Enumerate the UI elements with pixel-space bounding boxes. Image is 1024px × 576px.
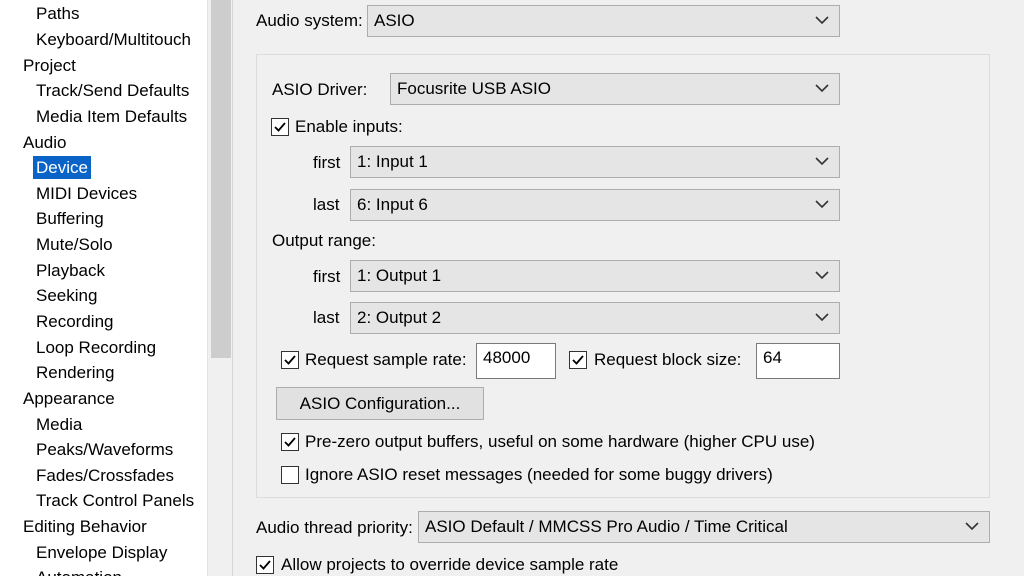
output-last-dropdown[interactable]: 2: Output 2 xyxy=(350,302,840,334)
request-sample-rate-checkbox[interactable] xyxy=(281,351,299,369)
tree-item-project[interactable]: Project xyxy=(20,54,79,77)
tree-item-track-send-defaults[interactable]: Track/Send Defaults xyxy=(33,79,192,102)
tree-item-media-item-defaults[interactable]: Media Item Defaults xyxy=(33,105,190,128)
tree-scrollbar[interactable] xyxy=(207,0,232,576)
tree-item-loop-recording[interactable]: Loop Recording xyxy=(33,336,159,359)
asio-configuration-button[interactable]: ASIO Configuration... xyxy=(276,387,484,420)
sample-rate-input[interactable]: 48000 xyxy=(476,343,556,379)
tree-item-midi-devices[interactable]: MIDI Devices xyxy=(33,182,140,205)
tree-item-paths[interactable]: Paths xyxy=(33,2,82,25)
thread-priority-dropdown[interactable]: ASIO Default / MMCSS Pro Audio / Time Cr… xyxy=(418,511,990,543)
tree-item-editing-behavior[interactable]: Editing Behavior xyxy=(20,515,150,538)
output-first-value: 1: Output 1 xyxy=(357,266,442,285)
input-last-dropdown[interactable]: 6: Input 6 xyxy=(350,189,840,221)
request-sample-rate-label: Request sample rate: xyxy=(305,350,467,369)
chevron-down-icon xyxy=(815,16,829,25)
chevron-down-icon xyxy=(815,157,829,166)
tree-item-buffering[interactable]: Buffering xyxy=(33,207,107,230)
checkmark-icon xyxy=(259,560,271,570)
output-last-label: last xyxy=(313,308,340,327)
pane-divider xyxy=(232,0,240,576)
output-range-label: Output range: xyxy=(272,231,376,250)
tree-item-peaks-waveforms[interactable]: Peaks/Waveforms xyxy=(33,438,176,461)
tree-item-keyboard-multitouch[interactable]: Keyboard/Multitouch xyxy=(33,28,194,51)
checkmark-icon xyxy=(274,122,286,132)
audio-system-value: ASIO xyxy=(374,11,415,30)
sample-rate-value: 48000 xyxy=(483,348,531,367)
ignore-reset-label: Ignore ASIO reset messages (needed for s… xyxy=(305,465,773,484)
asio-driver-label: ASIO Driver: xyxy=(272,80,368,99)
chevron-down-icon xyxy=(965,522,979,531)
input-first-dropdown[interactable]: 1: Input 1 xyxy=(350,146,840,178)
asio-driver-value: Focusrite USB ASIO xyxy=(397,79,551,98)
asio-driver-dropdown[interactable]: Focusrite USB ASIO xyxy=(390,73,840,105)
ignore-reset-checkbox[interactable] xyxy=(281,466,299,484)
tree-item-audio[interactable]: Audio xyxy=(20,131,69,154)
input-last-label: last xyxy=(313,195,340,214)
allow-override-checkbox[interactable] xyxy=(256,556,274,574)
thread-priority-value: ASIO Default / MMCSS Pro Audio / Time Cr… xyxy=(425,517,788,536)
tree-item-seeking[interactable]: Seeking xyxy=(33,284,100,307)
chevron-down-icon xyxy=(815,200,829,209)
asio-configuration-button-label: ASIO Configuration... xyxy=(299,394,461,413)
tree-item-automation[interactable]: Automation xyxy=(33,566,125,576)
checkmark-icon xyxy=(284,355,296,365)
enable-inputs-label: Enable inputs: xyxy=(295,117,403,136)
output-last-value: 2: Output 2 xyxy=(357,308,442,327)
chevron-down-icon xyxy=(815,313,829,322)
input-first-label: first xyxy=(313,153,341,172)
tree-item-mute-solo[interactable]: Mute/Solo xyxy=(33,233,116,256)
tree-item-playback[interactable]: Playback xyxy=(33,259,108,282)
output-first-dropdown[interactable]: 1: Output 1 xyxy=(350,260,840,292)
chevron-down-icon xyxy=(815,271,829,280)
tree-scrollbar-thumb[interactable] xyxy=(211,0,231,358)
enable-inputs-checkbox[interactable] xyxy=(271,118,289,136)
tree-item-envelope-display[interactable]: Envelope Display xyxy=(33,541,170,564)
prezero-label: Pre-zero output buffers, useful on some … xyxy=(305,432,815,451)
tree-item-media[interactable]: Media xyxy=(33,413,85,436)
preferences-tree[interactable]: Paths Keyboard/Multitouch Project Track/… xyxy=(0,0,207,576)
block-size-input[interactable]: 64 xyxy=(756,343,840,379)
tree-item-rendering[interactable]: Rendering xyxy=(33,361,117,384)
input-last-value: 6: Input 6 xyxy=(357,195,428,214)
thread-priority-label: Audio thread priority: xyxy=(256,518,413,537)
audio-system-dropdown[interactable]: ASIO xyxy=(367,5,840,37)
request-block-size-label: Request block size: xyxy=(594,350,742,369)
prezero-checkbox[interactable] xyxy=(281,433,299,451)
allow-override-label: Allow projects to override device sample… xyxy=(281,555,619,574)
audio-system-label: Audio system: xyxy=(256,11,363,30)
request-block-size-checkbox[interactable] xyxy=(569,351,587,369)
tree-item-device[interactable]: Device xyxy=(33,156,91,179)
chevron-down-icon xyxy=(815,84,829,93)
tree-item-track-control-panels[interactable]: Track Control Panels xyxy=(33,489,197,512)
checkmark-icon xyxy=(284,437,296,447)
checkmark-icon xyxy=(572,355,584,365)
output-first-label: first xyxy=(313,267,341,286)
input-first-value: 1: Input 1 xyxy=(357,152,428,171)
tree-item-fades-crossfades[interactable]: Fades/Crossfades xyxy=(33,464,177,487)
tree-item-recording[interactable]: Recording xyxy=(33,310,117,333)
block-size-value: 64 xyxy=(763,348,782,367)
tree-item-appearance[interactable]: Appearance xyxy=(20,387,118,410)
